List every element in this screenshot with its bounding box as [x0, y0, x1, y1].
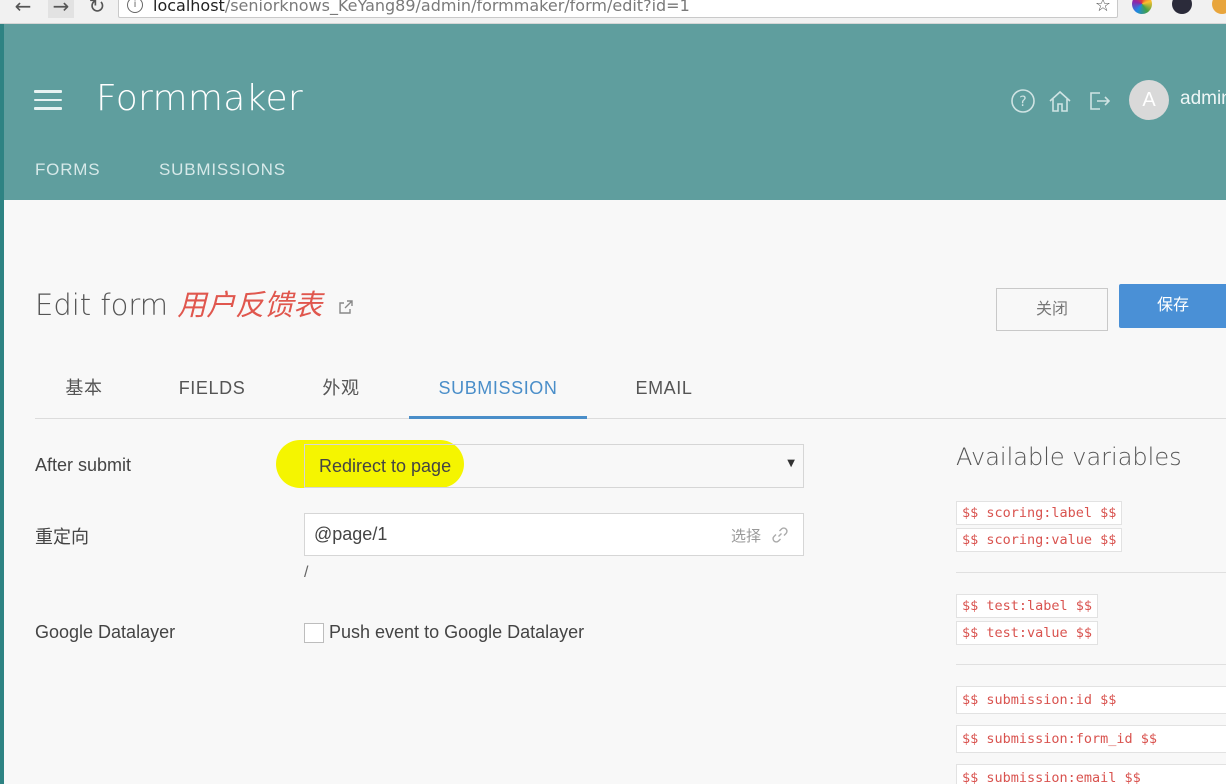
redirect-hint: / — [304, 564, 309, 581]
datalayer-checkbox[interactable] — [304, 623, 324, 643]
avatar[interactable]: A — [1129, 80, 1169, 120]
forward-icon[interactable]: → — [48, 0, 74, 18]
after-submit-value: Redirect to page — [319, 456, 452, 476]
divider — [956, 572, 1226, 573]
variable-tag[interactable]: $$ submission:email $$ — [956, 764, 1226, 784]
available-variables-title: Available variables — [956, 443, 1182, 471]
after-submit-label: After submit — [35, 455, 132, 475]
form-name: 用户反馈表 — [177, 288, 323, 322]
tab-submission[interactable]: SUBMISSION — [409, 360, 587, 419]
tab-email[interactable]: EMAIL — [617, 360, 711, 419]
address-bar[interactable]: i localhost/seniorknows_KeYang89/admin/f… — [118, 0, 1118, 18]
save-button[interactable]: 保存 — [1119, 284, 1226, 328]
datalayer-label: Google Datalayer — [35, 622, 176, 642]
variable-tag[interactable]: $$ submission:form_id $$ — [956, 725, 1226, 753]
app-header: Formmaker ? A admin FORMS SUBMISSIONS — [4, 24, 1226, 200]
external-link-icon[interactable] — [339, 300, 354, 314]
url-text: localhost/seniorknows_KeYang89/admin/for… — [153, 0, 690, 15]
form-tabs: 基本 FIELDS 外观 SUBMISSION EMAIL — [35, 360, 1226, 419]
extension-orange-icon[interactable] — [1212, 0, 1226, 14]
nav-submissions[interactable]: SUBMISSIONS — [159, 160, 286, 180]
redirect-input[interactable]: @page/1 选择 — [304, 513, 804, 556]
help-icon[interactable]: ? — [1010, 88, 1036, 114]
reload-icon[interactable]: ↻ — [84, 0, 110, 18]
home-icon[interactable] — [1047, 88, 1073, 114]
variable-tag[interactable]: $$ test:label $$ — [956, 594, 1099, 618]
nav-forms[interactable]: FORMS — [35, 160, 100, 180]
tab-fields[interactable]: FIELDS — [165, 360, 259, 419]
tab-basic[interactable]: 基本 — [35, 360, 133, 419]
close-button[interactable]: 关闭 — [996, 288, 1108, 331]
bookmark-star-icon[interactable]: ☆ — [1095, 0, 1111, 16]
extension-color-icon[interactable] — [1132, 0, 1152, 14]
page-title: Edit form 用户反馈表 — [35, 282, 354, 324]
page-root: ← → ↻ i localhost/seniorknows_KeYang89/a… — [0, 0, 1226, 784]
logout-icon[interactable] — [1086, 88, 1112, 114]
page-title-prefix: Edit form — [35, 288, 168, 322]
divider — [956, 664, 1226, 665]
redirect-value: @page/1 — [314, 524, 388, 544]
tab-appearance[interactable]: 外观 — [297, 360, 385, 419]
pick-page-button[interactable]: 选择 — [731, 525, 761, 546]
redirect-label: 重定向 — [35, 527, 89, 547]
link-icon[interactable] — [771, 526, 789, 544]
variable-tag[interactable]: $$ scoring:label $$ — [956, 501, 1123, 525]
svg-text:?: ? — [1019, 94, 1026, 110]
datalayer-checkbox-label[interactable]: Push event to Google Datalayer — [329, 622, 584, 643]
username[interactable]: admin — [1180, 88, 1226, 110]
variable-tag[interactable]: $$ submission:id $$ — [956, 686, 1226, 714]
info-icon[interactable]: i — [127, 0, 143, 13]
menu-icon[interactable] — [34, 90, 62, 112]
extension-dark-icon[interactable] — [1172, 0, 1192, 14]
after-submit-select[interactable]: Redirect to page ▼ — [304, 444, 804, 488]
app-title: Formmaker — [96, 78, 304, 119]
browser-toolbar: ← → ↻ i localhost/seniorknows_KeYang89/a… — [0, 0, 1226, 24]
variable-tag[interactable]: $$ scoring:value $$ — [956, 528, 1123, 552]
variable-tag[interactable]: $$ test:value $$ — [956, 621, 1099, 645]
back-icon[interactable]: ← — [10, 0, 36, 18]
chevron-down-icon: ▼ — [787, 458, 795, 469]
